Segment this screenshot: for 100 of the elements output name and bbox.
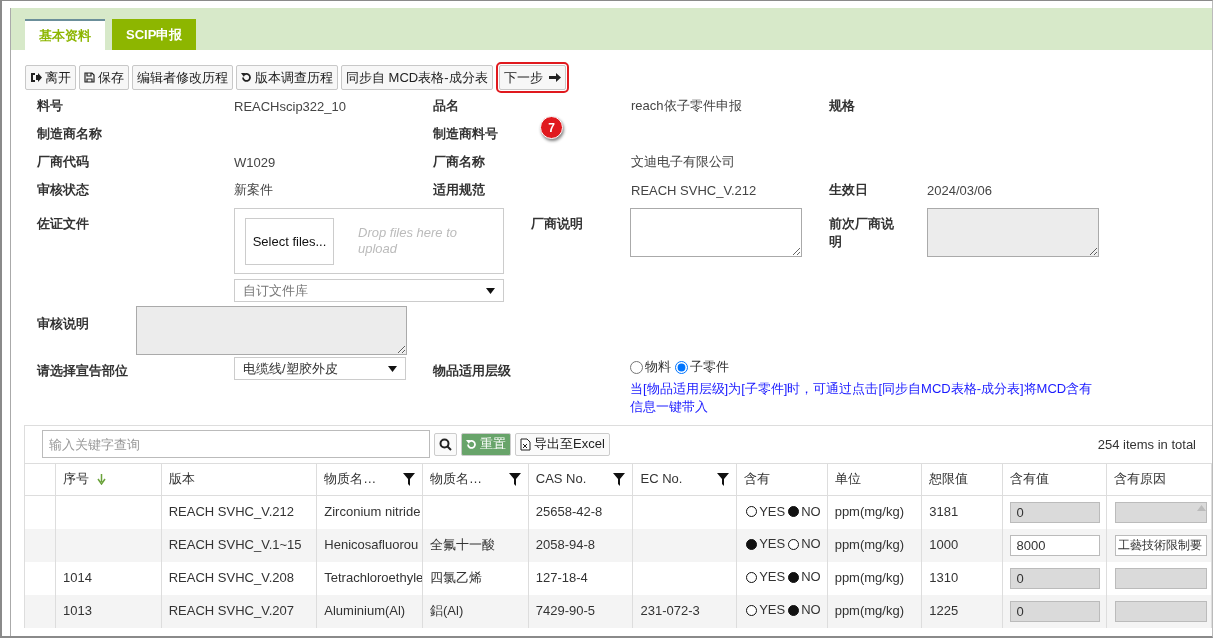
field-value: REACHscip322_10 [234, 98, 346, 114]
table-cell: REACH SVHC_V.207 [161, 594, 317, 628]
search-icon [439, 437, 452, 451]
column-header[interactable]: 含有原因 [1106, 463, 1212, 496]
arrow-right-icon [548, 72, 561, 83]
caret-icon [486, 287, 495, 294]
export-button[interactable]: 导出至Excel [515, 432, 610, 456]
reason-field[interactable]: 工藝技術限制要 [1115, 534, 1208, 556]
field-value: REACH SVHC_V.212 [631, 182, 757, 198]
radio-button[interactable] [675, 360, 688, 374]
table-cell: REACH SVHC_V.212 [161, 495, 317, 529]
amount-field[interactable]: 0 [1009, 567, 1100, 589]
toolbar-button[interactable]: 保存 [79, 65, 129, 90]
radio-option[interactable]: YES [746, 536, 786, 553]
column-header[interactable]: 序号 [55, 463, 162, 496]
radio-option[interactable]: NO [788, 569, 821, 586]
table-cell: 1310 [921, 561, 1002, 595]
amount-field[interactable]: 8000 [1009, 534, 1100, 556]
toolbar-button[interactable]: 版本调查历程 [236, 65, 338, 90]
help-text: 当[物品适用层级]为[子零件]时，可通过点击[同步自MCD表格-成分表]将MCD含有信息一键带入 [630, 379, 1094, 416]
field-label: 制造商料号 [433, 125, 498, 143]
table-cell: 1014 [55, 561, 162, 595]
filter-icon[interactable] [403, 472, 415, 486]
table-cell: 231-072-3 [632, 594, 737, 628]
field-label: 厂商说明 [531, 216, 583, 231]
toolbar-button[interactable]: 离开 [25, 65, 76, 90]
radio-option[interactable]: 物料 [630, 358, 671, 376]
search-field[interactable]: 输入关键字查询 [42, 430, 430, 458]
table-cell: 1013 [55, 594, 162, 628]
field-value: 新案件 [234, 181, 273, 199]
drop-hint: Drop files here to upload [358, 225, 458, 257]
field-label: 规格 [829, 97, 855, 115]
table-cell: ppm(mg/kg) [827, 561, 922, 595]
column-header[interactable]: 物质名… [316, 463, 423, 496]
field-value: 2024/03/06 [927, 182, 993, 198]
field-label: 请选择宣告部位 [37, 363, 128, 378]
table-cell: 25658-42-8 [528, 495, 633, 529]
field-label: 物品适用层级 [433, 363, 511, 378]
column-header[interactable]: 含有 [736, 463, 828, 496]
field-label: 生效日 [829, 181, 868, 199]
column-header[interactable]: 含有值 [1002, 463, 1107, 496]
radio-option[interactable]: YES [746, 503, 786, 520]
library-dropdown[interactable]: 自订文件库 [234, 279, 504, 302]
field-label: 佐证文件 [37, 216, 89, 231]
column-header[interactable]: 物质名… [422, 463, 529, 496]
select-files-button[interactable]: Select files... [245, 217, 334, 265]
radio-button[interactable] [630, 360, 643, 374]
table-cell: 1000 [921, 528, 1002, 562]
field-value: reach依子零件申报 [631, 97, 742, 115]
toolbar-button[interactable]: 同步自 MCD表格-成分表 [341, 65, 493, 90]
table-cell: REACH SVHC_V.208 [161, 561, 317, 595]
amount-field[interactable]: 0 [1009, 501, 1100, 523]
column-header[interactable]: 单位 [827, 463, 922, 496]
reset-icon [466, 438, 477, 450]
reason-field[interactable] [1115, 600, 1208, 622]
filter-icon[interactable] [508, 472, 521, 486]
field-label: 适用规范 [433, 181, 485, 199]
column-header[interactable]: EC No. [632, 463, 737, 496]
field-label: 制造商名称 [37, 125, 102, 143]
search-button[interactable] [434, 432, 457, 456]
caret-icon [388, 365, 397, 372]
history-icon [241, 72, 252, 83]
table-cell: Zirconium nitride [316, 495, 423, 529]
toolbar-button[interactable]: 下一步 [498, 65, 566, 90]
reason-field[interactable] [1115, 501, 1208, 523]
table-cell: 7429-90-5 [528, 594, 633, 628]
radio-option[interactable]: NO [788, 536, 821, 553]
upload-dropzone[interactable]: Select files... Drop files here to upload [234, 208, 504, 274]
column-header[interactable]: CAS No. [528, 463, 633, 496]
table-cell: ppm(mg/kg) [827, 495, 922, 529]
field-label: 品名 [433, 97, 459, 115]
radio-option[interactable]: NO [788, 602, 821, 619]
toolbar-button[interactable]: 编辑者修改历程 [132, 65, 233, 90]
table-cell: 127-18-4 [528, 561, 633, 595]
field-value: W1029 [234, 154, 276, 170]
field-value: 文迪电子有限公司 [631, 153, 735, 171]
table-cell: Henicosafluorou [316, 528, 423, 562]
reason-field[interactable] [1115, 567, 1208, 589]
exit-icon [30, 72, 42, 83]
field-label: 前次厂商说明 [829, 216, 894, 249]
field-label: 厂商名称 [433, 153, 485, 171]
column-header[interactable]: 版本 [161, 463, 317, 496]
table-cell: 2058-94-8 [528, 528, 633, 562]
table-cell: Aluminium(Al) [316, 594, 423, 628]
table-cell: 3181 [921, 495, 1002, 529]
field-label: 审核说明 [37, 316, 89, 331]
filter-icon[interactable] [613, 472, 626, 486]
column-header[interactable]: 恕限值 [921, 463, 1002, 496]
table-cell: 鋁(Al) [422, 594, 529, 628]
table-cell: 全氟十一酸 [422, 528, 529, 562]
radio-option[interactable]: YES [746, 569, 786, 586]
radio-option[interactable]: NO [788, 503, 821, 520]
declare-part-dropdown[interactable]: 电缆线/塑胶外皮 [234, 357, 406, 380]
amount-field[interactable]: 0 [1009, 600, 1100, 622]
field-label: 料号 [37, 97, 63, 115]
table-cell: REACH SVHC_V.1~15 [161, 528, 317, 562]
radio-option[interactable]: YES [746, 602, 786, 619]
radio-option[interactable]: 子零件 [675, 358, 729, 376]
vendor-note-field[interactable] [630, 208, 802, 257]
filter-icon[interactable] [717, 472, 730, 486]
